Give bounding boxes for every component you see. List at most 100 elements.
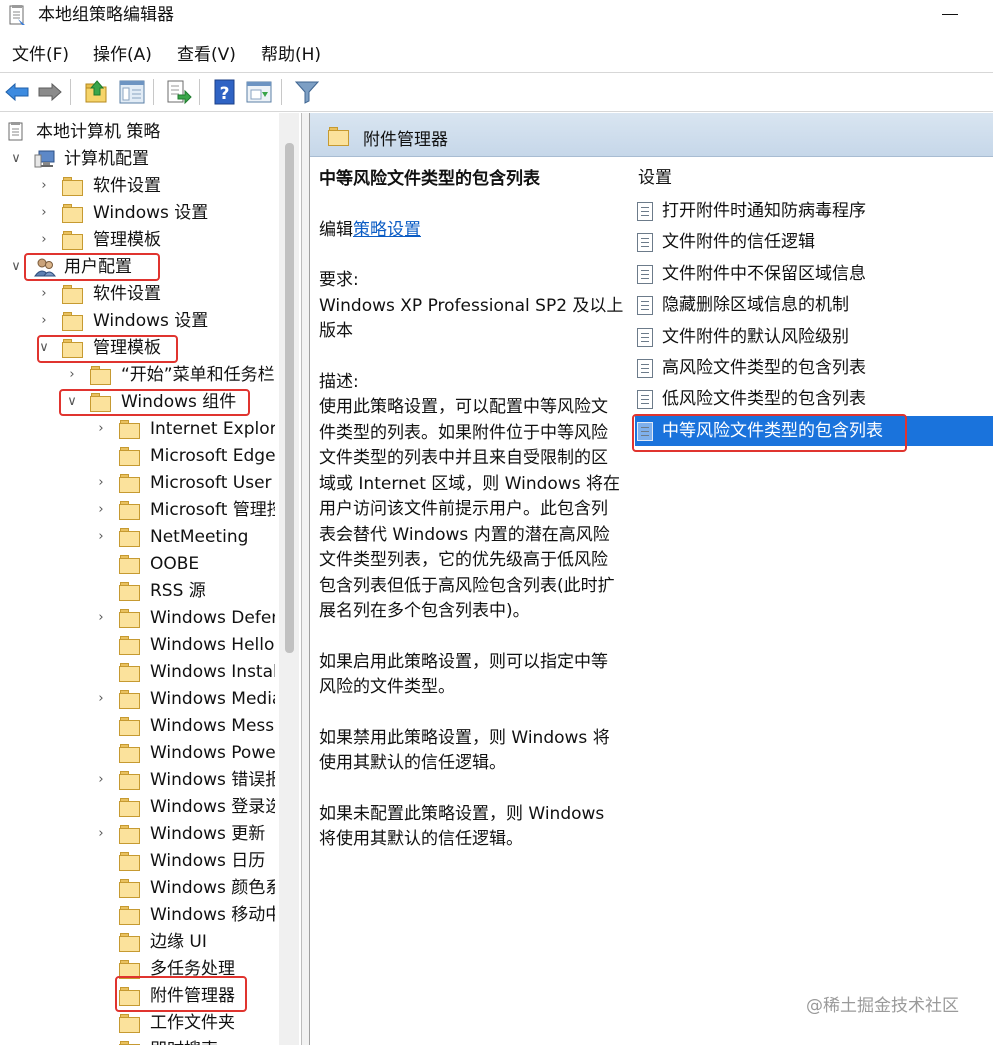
- tree-item[interactable]: › Windows Media Player: [0, 686, 275, 713]
- menu-view[interactable]: 查看(V): [177, 44, 236, 66]
- tree-item-label: Microsoft User Experience Virtualization: [150, 473, 275, 493]
- tree-item-label: Microsoft Edge: [150, 446, 275, 466]
- chevron-right-icon[interactable]: ›: [37, 312, 51, 330]
- tree-item[interactable]: 附件管理器: [0, 983, 275, 1010]
- tree-item-label: OOBE: [150, 554, 200, 574]
- chevron-down-icon[interactable]: ∨: [65, 393, 79, 411]
- chevron-right-icon[interactable]: ›: [94, 609, 108, 627]
- setting-row[interactable]: 中等风险文件类型的包含列表: [635, 415, 993, 446]
- tree-item[interactable]: Windows Messenger: [0, 713, 275, 740]
- requirements-block: 要求: Windows XP Professional SP2 及以上版本: [319, 268, 624, 345]
- up-folder-icon[interactable]: [83, 78, 111, 106]
- filter-icon[interactable]: [293, 78, 321, 106]
- setting-label: 隐藏删除区域信息的机制: [662, 295, 849, 316]
- tree-item[interactable]: ∨ 计算机配置: [0, 146, 275, 173]
- tree-item[interactable]: › Windows Defender SmartScreen: [0, 605, 275, 632]
- tree-item-label: RSS 源: [150, 581, 206, 601]
- tree-item[interactable]: Windows Installer: [0, 659, 275, 686]
- tree-item[interactable]: › 管理模板: [0, 227, 275, 254]
- setting-label: 文件附件的默认风险级别: [662, 326, 849, 347]
- tree-item[interactable]: Windows PowerShell: [0, 740, 275, 767]
- setting-row[interactable]: 隐藏删除区域信息的机制: [635, 290, 993, 320]
- tree-item-label: 软件设置: [93, 176, 161, 196]
- tree-item[interactable]: › Windows 更新: [0, 821, 275, 848]
- tree-item[interactable]: › Windows 设置: [0, 200, 275, 227]
- setting-row[interactable]: 低风险文件类型的包含列表: [635, 384, 993, 414]
- minimize-button[interactable]: [930, 0, 970, 30]
- description-text: 使用此策略设置，可以配置中等风险文件类型的列表。如果附件位于中等风险文件类型的列…: [319, 397, 621, 621]
- tree-item[interactable]: › Windows 设置: [0, 308, 275, 335]
- tree-item[interactable]: › 软件设置: [0, 173, 275, 200]
- tree-item[interactable]: › 软件设置: [0, 281, 275, 308]
- chevron-right-icon[interactable]: ›: [37, 177, 51, 195]
- pane-splitter[interactable]: [301, 113, 309, 1045]
- chevron-right-icon[interactable]: ›: [37, 285, 51, 303]
- tree-item[interactable]: Windows 移动中心: [0, 902, 275, 929]
- tree-item[interactable]: Windows 颜色系统: [0, 875, 275, 902]
- chevron-down-icon[interactable]: ∨: [9, 150, 23, 168]
- help-icon[interactable]: ?: [211, 78, 239, 106]
- chevron-right-icon[interactable]: ›: [94, 501, 108, 519]
- chevron-right-icon[interactable]: ›: [65, 366, 79, 384]
- chevron-right-icon[interactable]: ›: [94, 771, 108, 789]
- tree-item[interactable]: 工作文件夹: [0, 1010, 275, 1037]
- chevron-down-icon[interactable]: ∨: [9, 258, 23, 276]
- chevron-down-icon[interactable]: ∨: [37, 339, 51, 357]
- edit-policy-line: 编辑策略设置: [319, 218, 624, 244]
- chevron-right-icon[interactable]: ›: [94, 825, 108, 843]
- tree-scrollbar-thumb[interactable]: [285, 143, 294, 653]
- tree-item[interactable]: ∨ 用户配置: [0, 254, 275, 281]
- setting-row[interactable]: 文件附件的默认风险级别: [635, 322, 993, 352]
- show-hide-tree-icon[interactable]: [118, 78, 146, 106]
- tree-item[interactable]: › Microsoft User Experience Virtualizatio…: [0, 470, 275, 497]
- tree-item[interactable]: 本地计算机 策略: [0, 119, 275, 146]
- chevron-right-icon[interactable]: ›: [94, 420, 108, 438]
- window-title: 本地组策略编辑器: [38, 5, 174, 25]
- enabled-text: 如果启用此策略设置，则可以指定中等风险的文件类型。: [319, 651, 608, 698]
- tree-item[interactable]: 即时搜索: [0, 1037, 275, 1045]
- tree-pane: 本地计算机 策略 ∨ 计算机配置 › 软件设置 › Windows 设置 › 管理模板 ∨ 用户配置…: [0, 113, 300, 1045]
- tree-item[interactable]: › Internet Explorer: [0, 416, 275, 443]
- tree-item-label: 管理模板: [93, 230, 161, 250]
- back-icon[interactable]: [3, 78, 31, 106]
- tree-item[interactable]: OOBE: [0, 551, 275, 578]
- menu-action[interactable]: 操作(A): [93, 44, 152, 66]
- menu-help[interactable]: 帮助(H): [261, 44, 321, 66]
- tree-scrollbar[interactable]: [279, 113, 299, 1045]
- chevron-right-icon[interactable]: ›: [94, 528, 108, 546]
- edit-policy-link[interactable]: 策略设置: [353, 220, 421, 240]
- tree-item[interactable]: › NetMeeting: [0, 524, 275, 551]
- tree-item[interactable]: › Windows 错误报告: [0, 767, 275, 794]
- toolbar-separator: [153, 79, 154, 105]
- tree-item[interactable]: › Microsoft 管理控制台: [0, 497, 275, 524]
- menu-file[interactable]: 文件(F): [12, 44, 69, 66]
- tree-item-label: 附件管理器: [150, 986, 235, 1006]
- tree-item[interactable]: › “开始”菜单和任务栏: [0, 362, 275, 389]
- policy-document-icon: [8, 122, 23, 141]
- tree-item[interactable]: ∨ 管理模板: [0, 335, 275, 362]
- setting-row[interactable]: 打开附件时通知防病毒程序: [635, 196, 993, 226]
- setting-row[interactable]: 高风险文件类型的包含列表: [635, 353, 993, 383]
- tree-item[interactable]: Windows Hello 企业版: [0, 632, 275, 659]
- tree-item[interactable]: Windows 日历: [0, 848, 275, 875]
- chevron-right-icon[interactable]: ›: [37, 231, 51, 249]
- tree-item[interactable]: 边缘 UI: [0, 929, 275, 956]
- chevron-right-icon[interactable]: ›: [37, 204, 51, 222]
- description-label: 描述:: [319, 371, 359, 392]
- setting-row[interactable]: 文件附件的信任逻辑: [635, 227, 993, 257]
- setting-label: 文件附件的信任逻辑: [662, 232, 815, 253]
- forward-icon[interactable]: [36, 78, 64, 106]
- chevron-right-icon[interactable]: ›: [94, 690, 108, 708]
- chevron-right-icon[interactable]: ›: [94, 474, 108, 492]
- tree-item[interactable]: ∨ Windows 组件: [0, 389, 275, 416]
- tree-item[interactable]: Microsoft Edge: [0, 443, 275, 470]
- settings-column-header[interactable]: 设置: [638, 167, 672, 189]
- export-list-icon[interactable]: [164, 78, 192, 106]
- tree-item[interactable]: RSS 源: [0, 578, 275, 605]
- tree-item[interactable]: 多任务处理: [0, 956, 275, 983]
- tree-item[interactable]: Windows 登录选项: [0, 794, 275, 821]
- setting-row[interactable]: 文件附件中不保留区域信息: [635, 259, 993, 289]
- tree-item-label: 多任务处理: [150, 959, 235, 979]
- policy-editor-app-icon: [9, 5, 25, 25]
- properties-icon[interactable]: [245, 78, 273, 106]
